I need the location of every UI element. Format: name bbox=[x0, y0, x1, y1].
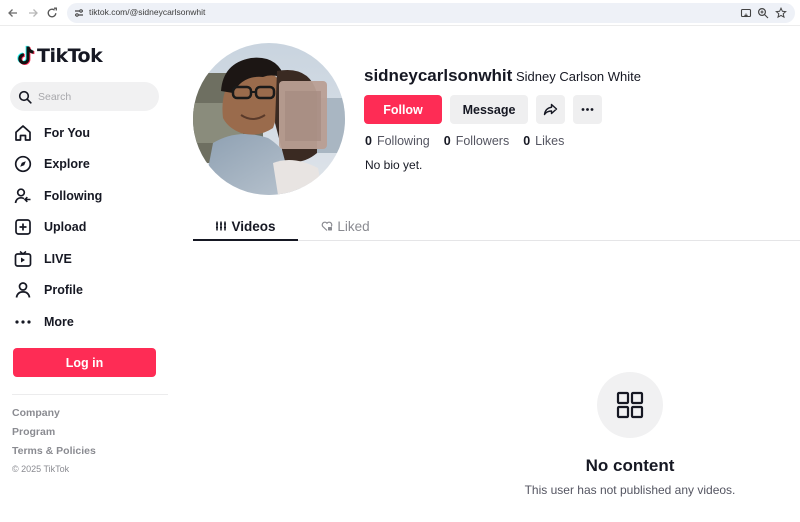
copyright: © 2025 TikTok bbox=[12, 464, 70, 474]
footer-link-terms[interactable]: Terms & Policies bbox=[12, 445, 96, 457]
forward-arrow-icon[interactable] bbox=[25, 5, 41, 21]
nav-label: More bbox=[44, 315, 74, 329]
more-icon bbox=[15, 320, 31, 324]
likes-count: 0 bbox=[523, 134, 531, 148]
search-icon bbox=[18, 90, 32, 104]
reload-icon[interactable] bbox=[44, 5, 60, 21]
tab-label: Videos bbox=[231, 218, 276, 234]
nav-upload[interactable]: Upload bbox=[13, 215, 163, 239]
following-label: Following bbox=[376, 134, 430, 148]
empty-state-subtitle: This user has not published any videos. bbox=[524, 483, 736, 497]
upload-icon bbox=[15, 219, 31, 235]
share-icon bbox=[543, 103, 558, 116]
followers-count: 0 bbox=[443, 134, 451, 148]
videos-grid-icon bbox=[216, 221, 227, 231]
back-arrow-icon[interactable] bbox=[5, 5, 21, 21]
nav-label: LIVE bbox=[44, 252, 72, 266]
bio: No bio yet. bbox=[365, 158, 423, 172]
empty-state-title: No content bbox=[585, 456, 675, 475]
logo-text: TikTok bbox=[37, 45, 103, 67]
ellipsis-icon bbox=[581, 108, 594, 111]
profile-icon bbox=[15, 282, 31, 298]
nav-label: For You bbox=[44, 126, 91, 140]
sidebar-divider bbox=[12, 394, 168, 395]
username: sidneycarlsonwhit bbox=[364, 66, 513, 85]
likes-label: Likes bbox=[535, 134, 565, 148]
footer-link-company[interactable]: Company bbox=[12, 407, 60, 419]
tiktok-note-icon bbox=[17, 45, 35, 65]
footer-link-program[interactable]: Program bbox=[12, 426, 55, 438]
tab-videos[interactable]: Videos bbox=[193, 212, 298, 240]
nav-following[interactable]: Following bbox=[13, 184, 163, 208]
avatar-photo bbox=[193, 43, 345, 195]
home-icon bbox=[15, 125, 31, 141]
nav-live[interactable]: LIVE bbox=[13, 247, 163, 271]
nickname: Sidney Carlson White bbox=[516, 69, 641, 84]
profile-stats: 0 Following 0 Followers 0 Likes bbox=[365, 134, 578, 148]
following-count: 0 bbox=[365, 134, 372, 148]
nav-explore[interactable]: Explore bbox=[13, 152, 163, 176]
empty-state-badge bbox=[597, 372, 663, 438]
follow-button[interactable]: Follow bbox=[364, 95, 442, 124]
nav-more[interactable]: More bbox=[13, 310, 163, 334]
url-text[interactable]: tiktok.com/@sidneycarlsonwhit bbox=[89, 7, 205, 17]
stat-likes: 0 Likes bbox=[523, 134, 564, 148]
grid-icon bbox=[616, 391, 644, 419]
liked-heart-lock-icon bbox=[322, 221, 333, 231]
stat-following[interactable]: 0 Following bbox=[365, 134, 430, 148]
avatar[interactable] bbox=[193, 43, 345, 195]
zoom-icon[interactable] bbox=[757, 7, 769, 19]
nav-label: Explore bbox=[44, 157, 90, 171]
stat-followers[interactable]: 0 Followers bbox=[444, 134, 509, 148]
nav-for-you[interactable]: For You bbox=[13, 121, 163, 145]
cast-icon[interactable] bbox=[740, 7, 752, 19]
site-settings-icon[interactable] bbox=[73, 7, 85, 19]
more-options-button[interactable] bbox=[573, 95, 602, 124]
tab-liked[interactable]: Liked bbox=[298, 212, 393, 240]
search-box[interactable] bbox=[10, 82, 159, 111]
search-input[interactable] bbox=[38, 88, 148, 105]
following-icon bbox=[14, 188, 31, 204]
nav-label: Upload bbox=[44, 220, 87, 234]
share-button[interactable] bbox=[536, 95, 565, 124]
address-bar[interactable]: tiktok.com/@sidneycarlsonwhit bbox=[67, 3, 795, 23]
bookmark-star-icon[interactable] bbox=[775, 7, 787, 19]
followers-label: Followers bbox=[455, 134, 510, 148]
live-icon bbox=[14, 250, 32, 267]
nav-profile[interactable]: Profile bbox=[13, 278, 163, 302]
message-button[interactable]: Message bbox=[450, 95, 528, 124]
browser-toolbar: tiktok.com/@sidneycarlsonwhit bbox=[0, 0, 800, 26]
login-button[interactable]: Log in bbox=[13, 348, 156, 377]
tiktok-logo[interactable]: TikTok bbox=[15, 43, 103, 69]
compass-icon bbox=[14, 155, 32, 173]
active-tab-indicator bbox=[193, 239, 298, 241]
nav-label: Following bbox=[44, 189, 103, 203]
tab-label: Liked bbox=[337, 218, 370, 234]
nav-label: Profile bbox=[44, 283, 83, 297]
